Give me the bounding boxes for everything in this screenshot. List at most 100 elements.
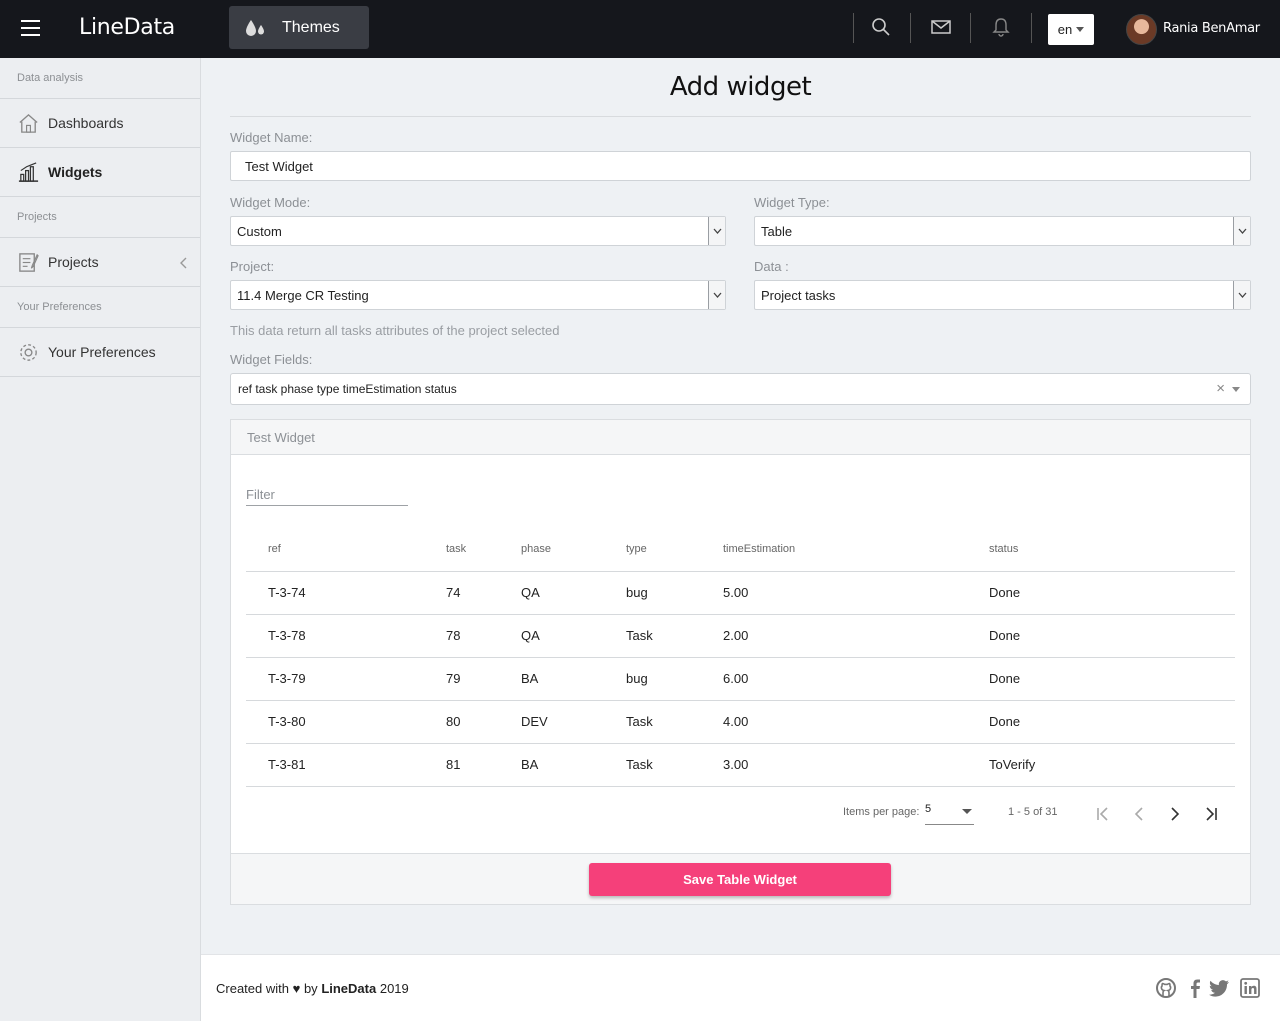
widget-mode-label: Widget Mode: — [230, 195, 311, 210]
divider — [230, 116, 1251, 117]
main-content: Add widget Widget Name: Test Widget Widg… — [201, 58, 1280, 954]
search-icon[interactable] — [870, 16, 892, 38]
caret-down-icon[interactable] — [1232, 387, 1240, 392]
caret-down-icon — [962, 809, 972, 814]
table-cell: QA — [521, 614, 626, 658]
column-header-status[interactable]: status — [989, 528, 1235, 572]
previous-page-button[interactable] — [1127, 802, 1151, 826]
table-cell: DEV — [521, 700, 626, 744]
items-per-page-value: 5 — [925, 803, 932, 815]
table-row: T-3-81 81 BA Task 3.00 ToVerify — [246, 743, 1235, 787]
table-cell: bug — [626, 571, 723, 615]
table-cell: 74 — [446, 571, 521, 615]
project-label: Project: — [230, 259, 275, 274]
table-cell: BA — [521, 743, 626, 787]
chevron-down-icon — [1233, 281, 1250, 309]
themes-button[interactable]: Themes — [229, 6, 369, 49]
table-cell: T-3-81 — [246, 743, 446, 787]
github-icon[interactable] — [1155, 977, 1177, 999]
caret-down-icon — [1076, 27, 1085, 32]
linkedin-icon[interactable] — [1239, 977, 1261, 999]
chevron-down-icon — [1233, 217, 1250, 245]
first-page-icon — [1097, 807, 1108, 821]
table-cell: ToVerify — [989, 743, 1235, 787]
data-value: Project tasks — [761, 287, 836, 303]
sidebar-item-label: Dashboards — [48, 115, 124, 131]
table-cell: 78 — [446, 614, 521, 658]
chevron-down-icon — [708, 217, 725, 245]
widget-type-select[interactable]: Table — [754, 216, 1251, 246]
language-value: en — [1057, 22, 1073, 37]
sidebar-section-projects: Projects — [0, 197, 200, 238]
data-label: Data : — [754, 259, 789, 274]
bell-icon[interactable] — [990, 16, 1012, 38]
widget-preview-title: Test Widget — [231, 420, 1250, 455]
water-drops-icon — [246, 19, 264, 36]
widget-fields-label: Widget Fields: — [230, 352, 313, 367]
widget-fields-value: ref task phase type timeEstimation statu… — [238, 382, 457, 396]
clear-icon[interactable]: × — [1216, 380, 1225, 397]
table-cell: T-3-79 — [246, 657, 446, 701]
table-cell: Task — [626, 700, 723, 744]
table-cell: 2.00 — [723, 614, 989, 658]
save-table-widget-button[interactable]: Save Table Widget — [589, 863, 891, 896]
widget-type-value: Table — [761, 223, 793, 239]
table-cell: 79 — [446, 657, 521, 701]
table-cell: 4.00 — [723, 700, 989, 744]
language-select[interactable]: en — [1048, 14, 1094, 45]
column-header-ref[interactable]: ref — [246, 528, 446, 572]
sidebar-item-widgets[interactable]: Widgets — [0, 148, 200, 197]
sidebar: Data analysis Dashboards Widgets Project… — [0, 58, 201, 1021]
last-page-icon — [1206, 807, 1217, 821]
widget-mode-value: Custom — [237, 223, 282, 239]
column-header-time-estimation[interactable]: timeEstimation — [723, 528, 989, 572]
bar-chart-icon — [18, 161, 39, 182]
data-select[interactable]: Project tasks — [754, 280, 1251, 310]
table-row: T-3-74 74 QA bug 5.00 Done — [246, 571, 1235, 615]
twitter-icon[interactable] — [1208, 977, 1230, 999]
project-value: 11.4 Merge CR Testing — [237, 287, 369, 303]
page-range-label: 1 - 5 of 31 — [1008, 806, 1058, 818]
sidebar-item-projects[interactable]: Projects — [0, 238, 200, 287]
page-footer: Created with ♥ by LineData 2019 — [201, 954, 1280, 1021]
filter-input[interactable]: Filter — [246, 484, 408, 506]
user-name[interactable]: Rania BenAmar — [1163, 21, 1260, 36]
footer-prefix: Created with — [216, 981, 289, 996]
card-footer: Save Table Widget — [231, 853, 1250, 904]
heart-icon: ♥ — [292, 981, 301, 996]
column-header-phase[interactable]: phase — [521, 528, 626, 572]
column-header-task[interactable]: task — [446, 528, 521, 572]
footer-by: by — [303, 981, 318, 996]
widget-fields-multiselect[interactable]: ref task phase type timeEstimation statu… — [230, 373, 1251, 405]
widget-name-input[interactable]: Test Widget — [230, 151, 1251, 181]
widget-type-label: Widget Type: — [754, 195, 830, 210]
user-avatar[interactable] — [1126, 14, 1157, 45]
hamburger-menu-icon[interactable] — [21, 20, 40, 36]
table-cell: 81 — [446, 743, 521, 787]
facebook-icon[interactable] — [1184, 977, 1206, 999]
themes-label: Themes — [282, 18, 340, 36]
table-cell: QA — [521, 571, 626, 615]
sidebar-item-dashboards[interactable]: Dashboards — [0, 99, 200, 148]
sidebar-item-label: Your Preferences — [48, 344, 156, 360]
table-cell: 3.00 — [723, 743, 989, 787]
mail-icon[interactable] — [930, 16, 952, 38]
footer-company[interactable]: LineData — [321, 981, 376, 996]
last-page-button[interactable] — [1199, 802, 1223, 826]
project-select[interactable]: 11.4 Merge CR Testing — [230, 280, 726, 310]
next-page-button[interactable] — [1163, 802, 1187, 826]
footer-credit: Created with ♥ by LineData 2019 — [216, 981, 409, 996]
items-per-page-select[interactable]: 5 — [925, 803, 974, 825]
footer-year: 2019 — [379, 981, 409, 996]
gear-icon — [20, 343, 37, 361]
top-navbar: LineData Themes en Rania BenAmar — [0, 0, 1280, 58]
column-header-type[interactable]: type — [626, 528, 723, 572]
sidebar-item-preferences[interactable]: Your Preferences — [0, 328, 200, 377]
brand-logo[interactable]: LineData — [79, 15, 175, 40]
sidebar-section-preferences: Your Preferences — [0, 287, 200, 328]
data-hint-text: This data return all tasks attributes of… — [230, 323, 560, 338]
divider — [970, 13, 971, 43]
table-cell: Done — [989, 700, 1235, 744]
widget-mode-select[interactable]: Custom — [230, 216, 726, 246]
first-page-button[interactable] — [1091, 802, 1115, 826]
